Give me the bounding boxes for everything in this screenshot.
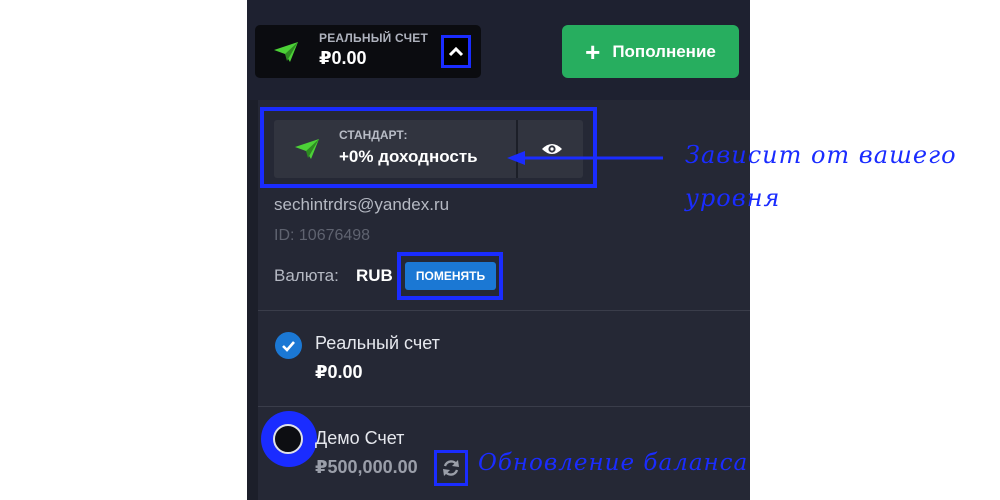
currency-label: Валюта: xyxy=(274,266,339,285)
tier-label: СТАНДАРТ: xyxy=(339,128,408,142)
account-balance: ₽0.00 xyxy=(319,48,367,68)
user-email: sechintrdrs@yandex.ru xyxy=(274,195,450,214)
annotation-arrow xyxy=(507,151,663,165)
real-account-balance: ₽0.00 xyxy=(315,362,363,382)
deposit-button[interactable]: + Пополнение xyxy=(562,25,739,78)
divider xyxy=(258,406,750,407)
divider xyxy=(258,310,750,311)
check-icon xyxy=(282,340,295,352)
real-account-radio[interactable] xyxy=(275,332,302,359)
real-account-label[interactable]: Реальный счет xyxy=(315,333,440,354)
account-type-label: РЕАЛЬНЫЙ СЧЕТ xyxy=(319,31,428,45)
user-id: ID: 10676498 xyxy=(274,227,371,244)
change-currency-button[interactable]: ПОМЕНЯТЬ xyxy=(405,262,496,290)
annotation-tier-line2: уровня xyxy=(685,184,781,212)
collapse-button[interactable] xyxy=(441,35,471,68)
tier-yield: +0% доходность xyxy=(339,147,478,166)
annotation-tier-line1: Зависит от вашего xyxy=(685,141,957,169)
deposit-button-label: Пополнение xyxy=(612,41,716,61)
annotation-refresh: Обновление баланса xyxy=(478,450,749,476)
paper-plane-icon xyxy=(295,139,319,159)
demo-account-balance: ₽500,000.00 xyxy=(315,457,418,477)
demo-account-radio[interactable] xyxy=(273,424,303,454)
currency-value: RUB xyxy=(356,266,393,285)
chevron-up-icon xyxy=(448,46,464,56)
paper-plane-icon xyxy=(274,42,298,62)
demo-account-label[interactable]: Демо Счет xyxy=(315,428,404,449)
refresh-icon[interactable] xyxy=(440,457,462,479)
plus-icon: + xyxy=(585,36,601,67)
